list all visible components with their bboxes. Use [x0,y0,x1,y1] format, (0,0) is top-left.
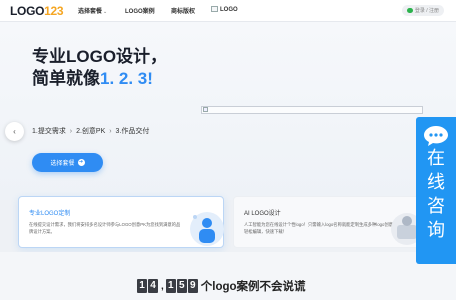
brand-logo[interactable]: LOGO123 [10,4,64,18]
counter-digit: 4 [148,279,158,293]
counter-digit: 9 [187,279,198,293]
broken-image-icon [203,107,208,112]
card-description: 人工智能为您在线设计个性logo！只需输入logo名称就能定制生成多种logo创… [244,222,398,234]
chat-bubble-icon [424,126,448,146]
consult-char: 咨 [427,196,445,217]
counter-digit: 5 [176,279,187,293]
banner-image-placeholder [201,106,423,114]
brand-logo-number: 123 [44,4,64,18]
arrow-circle-icon: ➜ [77,159,85,166]
wechat-icon [406,8,413,13]
nav-item-trademark[interactable]: 商标版权 [171,6,195,15]
counter-separator: , [161,280,164,292]
hero-title-accent: 1. 2. 3! [100,69,153,88]
step-deliver: 3.作品交付 [115,128,150,135]
login-button[interactable]: 登录 / 注册 [401,5,444,16]
card-description: 在线提交设计需求，我们将安排多名设计师参与LOGO创意PK为您找到满意的品牌设计… [29,222,181,234]
hero-title: 专业LOGO设计，简单就像1. 2. 3! [32,46,172,90]
nav-item-logo-label: LOGO [220,7,238,13]
step-pk: 2.创意PK [76,128,106,135]
consult-char: 询 [427,220,445,241]
slider-prev-button[interactable]: ‹ [5,122,24,141]
designer-illustration-icon [190,212,224,246]
nav-item-logo[interactable]: LOGO [211,6,238,13]
card-title: AI LOGO设计 [244,211,281,217]
step-submit: 1.提交需求 [32,128,66,135]
case-counter: 1 4 , 1 5 9 个logo案例不会说谎 [137,278,306,294]
nav-item-plans[interactable]: 选择套餐⌄ [78,6,107,15]
hero-banner: 专业LOGO设计，简单就像1. 2. 3! 1.提交需求 › 2.创意PK › … [0,22,456,200]
arrow-right-icon: › [69,128,73,135]
hero-steps: 1.提交需求 › 2.创意PK › 3.作品交付 [32,126,149,136]
login-label: 登录 / 注册 [414,8,439,14]
consult-char: 线 [427,172,445,193]
nav-item-cases[interactable]: LOGO案例 [125,6,155,15]
online-consult-button[interactable]: 在 线 咨 询 [416,117,456,264]
top-nav: LOGO123 选择套餐⌄ LOGO案例 商标版权 LOGO 登录 / 注册 [0,0,456,22]
service-card-custom-logo[interactable]: 专业LOGO定制 在线提交设计需求，我们将安排多名设计师参与LOGO创意PK为您… [18,196,224,248]
brand-logo-text: LOGO [10,4,45,18]
counter-digit: 1 [137,279,147,293]
counter-digit: 1 [165,279,176,293]
choose-plan-button[interactable]: 选择套餐 ➜ [32,153,103,172]
consult-char: 在 [427,148,445,169]
service-card-ai-logo[interactable]: AI LOGO设计 人工智能为您在线设计个性logo！只需输入logo名称就能定… [233,196,426,248]
chevron-down-icon: ⌄ [103,9,108,15]
chevron-left-icon: ‹ [13,127,16,136]
stats-section: 1 4 , 1 5 9 个logo案例不会说谎 [0,252,456,300]
arrow-right-icon: › [109,128,112,135]
card-title: 专业LOGO定制 [29,211,71,217]
broken-image-icon [211,6,218,12]
nav-item-plans-label: 选择套餐 [78,9,103,15]
choose-plan-label: 选择套餐 [50,161,75,167]
counter-suffix: 个logo案例不会说谎 [200,281,306,293]
